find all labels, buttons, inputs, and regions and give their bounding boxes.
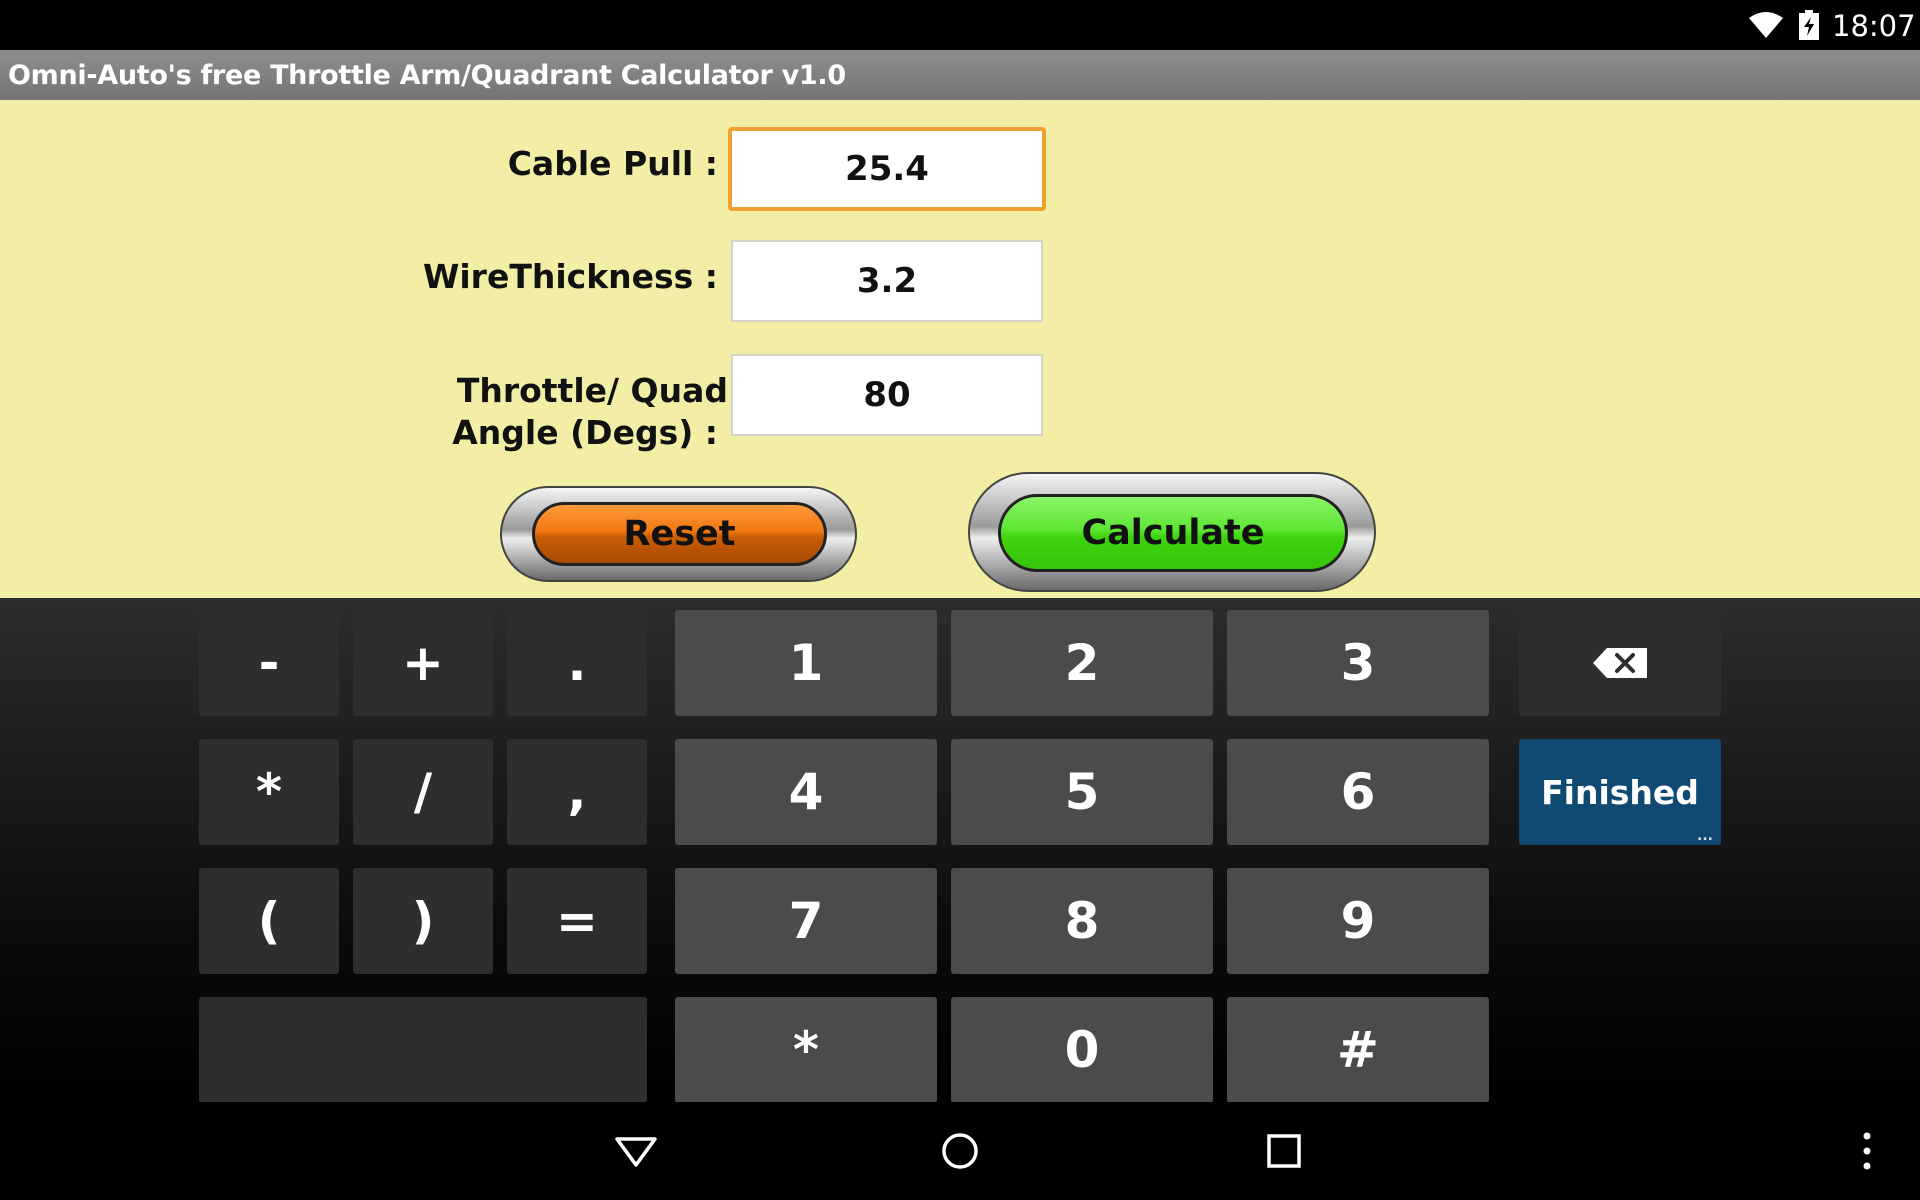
- key-5[interactable]: 5: [951, 739, 1213, 845]
- finished-button[interactable]: Finished ...: [1519, 739, 1721, 845]
- app-title-bar: Omni-Auto's free Throttle Arm/Quadrant C…: [0, 50, 1920, 100]
- cable-pull-label: Cable Pull :: [507, 144, 718, 183]
- finished-button-label: Finished: [1541, 772, 1699, 812]
- backspace-icon: [1593, 648, 1647, 678]
- key-4[interactable]: 4: [675, 739, 937, 845]
- key-period[interactable]: .: [507, 610, 647, 716]
- key-slash[interactable]: /: [353, 739, 493, 845]
- key-equals[interactable]: =: [507, 868, 647, 974]
- calculator-form: Cable Pull : WireThickness : Throttle/ Q…: [0, 100, 1920, 598]
- key-8[interactable]: 8: [951, 868, 1213, 974]
- cable-pull-input[interactable]: [728, 127, 1046, 211]
- wire-thickness-label: WireThickness :: [422, 257, 718, 296]
- key-plus[interactable]: +: [353, 610, 493, 716]
- reset-button-label: Reset: [532, 502, 827, 566]
- key-star[interactable]: *: [675, 997, 937, 1103]
- key-comma[interactable]: ,: [507, 739, 647, 845]
- numeric-keyboard: - + . * / , ( ) = 1 2 3 4 5 6 7 8 9 * 0 …: [0, 598, 1920, 1103]
- battery-charging-icon: [1799, 10, 1819, 40]
- key-asterisk[interactable]: *: [199, 739, 339, 845]
- key-0[interactable]: 0: [951, 997, 1213, 1103]
- key-6[interactable]: 6: [1227, 739, 1489, 845]
- status-clock: 18:07: [1832, 9, 1916, 43]
- reset-button[interactable]: Reset: [500, 486, 857, 582]
- key-7[interactable]: 7: [675, 868, 937, 974]
- wifi-icon: [1749, 12, 1783, 38]
- key-close-paren[interactable]: ): [353, 868, 493, 974]
- angle-input[interactable]: [731, 354, 1043, 436]
- status-bar: 18:07: [0, 0, 1920, 50]
- app-title: Omni-Auto's free Throttle Arm/Quadrant C…: [8, 60, 846, 91]
- calculate-button[interactable]: Calculate: [968, 472, 1376, 592]
- home-icon[interactable]: [941, 1132, 979, 1170]
- overflow-menu-icon[interactable]: [1862, 1132, 1872, 1170]
- key-open-paren[interactable]: (: [199, 868, 339, 974]
- key-9[interactable]: 9: [1227, 868, 1489, 974]
- recents-icon[interactable]: [1267, 1134, 1301, 1168]
- navigation-bar: [0, 1102, 1920, 1200]
- calculate-button-label: Calculate: [998, 494, 1348, 572]
- angle-label-line2: Angle (Degs) :: [452, 413, 718, 452]
- angle-label: Throttle/ Quad Angle (Degs) :: [420, 370, 728, 454]
- angle-label-line1: Throttle/ Quad: [456, 371, 728, 410]
- wire-thickness-input[interactable]: [731, 240, 1043, 322]
- key-hash[interactable]: #: [1227, 997, 1489, 1103]
- key-space[interactable]: [199, 997, 647, 1103]
- more-options-icon: ...: [1697, 828, 1713, 844]
- backspace-key[interactable]: [1519, 610, 1721, 716]
- key-2[interactable]: 2: [951, 610, 1213, 716]
- key-minus[interactable]: -: [199, 610, 339, 716]
- back-icon[interactable]: [614, 1136, 658, 1168]
- key-3[interactable]: 3: [1227, 610, 1489, 716]
- key-1[interactable]: 1: [675, 610, 937, 716]
